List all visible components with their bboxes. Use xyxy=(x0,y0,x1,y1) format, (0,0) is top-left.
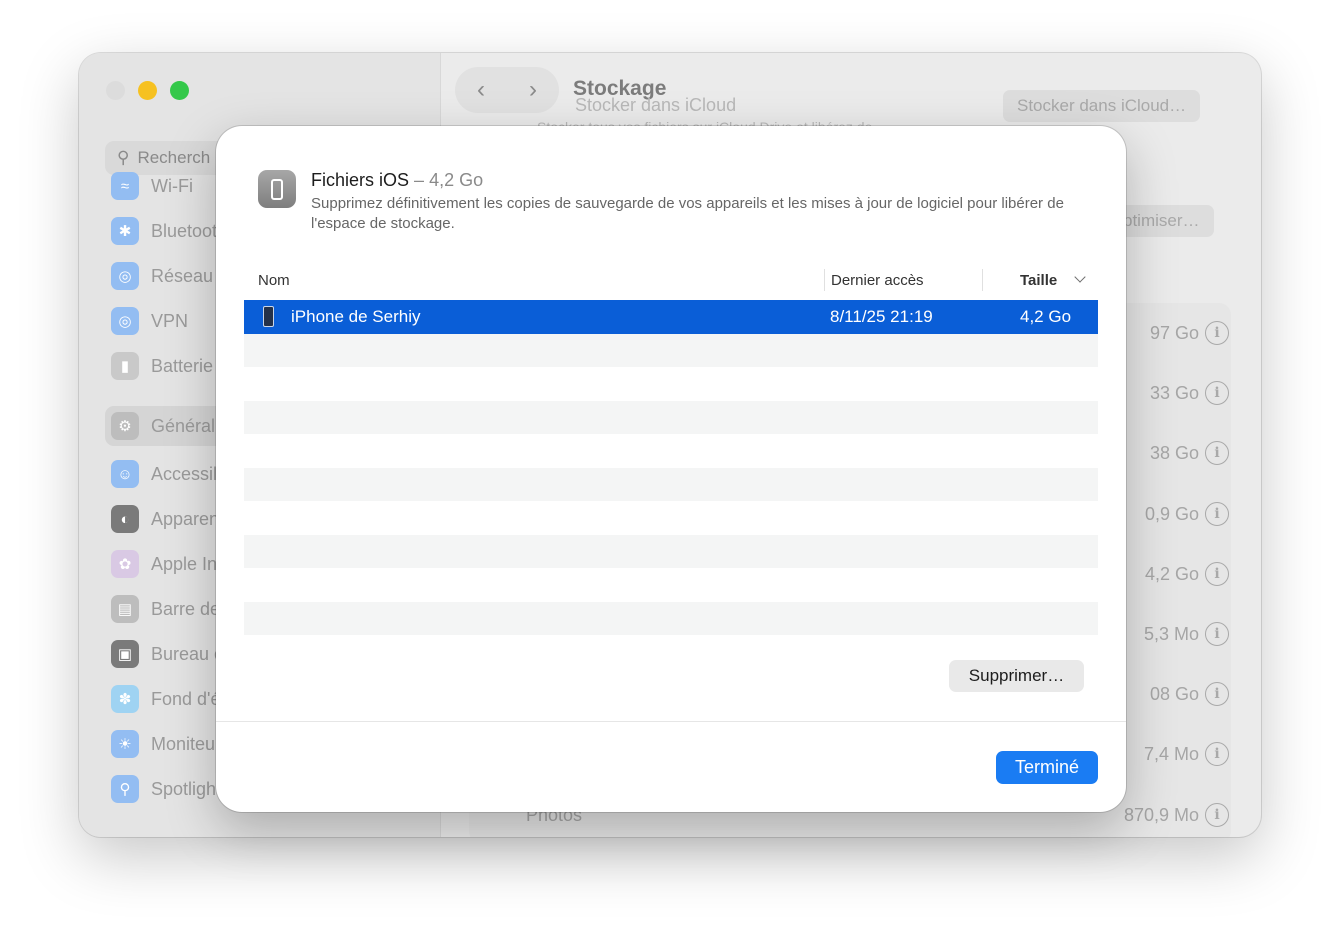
column-header-size[interactable]: Taille xyxy=(1020,272,1057,289)
info-icon[interactable]: i xyxy=(1205,321,1229,345)
sidebar-item-label: Réseau xyxy=(151,265,214,286)
ios-files-sheet: Fichiers iOS – 4,2 Go Supprimez définiti… xyxy=(216,126,1126,812)
sidebar-item-label: Apple In xyxy=(151,553,218,574)
row-last-access: 8/11/25 21:19 xyxy=(830,307,933,326)
divider xyxy=(216,721,1126,722)
row-size: 4,2 Go xyxy=(1020,307,1072,326)
sidebar-item-label: Barre de xyxy=(151,598,221,619)
search-icon: ⚲ xyxy=(117,148,130,167)
sheet-title-text: Fichiers iOS xyxy=(311,170,410,190)
screensaver-icon: ☀ xyxy=(111,730,139,758)
minimize-button[interactable] xyxy=(138,81,157,100)
wallpaper-icon: ✽ xyxy=(111,685,139,713)
sidebar-item-label: Apparen xyxy=(151,508,220,529)
empty-row xyxy=(244,434,1098,468)
sidebar-item-label: Wi-Fi xyxy=(151,175,193,196)
delete-button[interactable]: Supprimer… xyxy=(949,660,1084,692)
apple-intelligence-icon: ✿ xyxy=(111,550,139,578)
column-header-name[interactable]: Nom xyxy=(258,272,290,289)
zoom-button[interactable] xyxy=(170,81,189,100)
empty-row xyxy=(244,467,1098,501)
desktop-icon: ▣ xyxy=(111,640,139,668)
info-icon[interactable]: i xyxy=(1205,803,1229,827)
empty-row xyxy=(244,601,1098,635)
info-icon[interactable]: i xyxy=(1205,381,1229,405)
close-button[interactable] xyxy=(106,81,125,100)
empty-row xyxy=(244,568,1098,602)
globe-icon: ◎ xyxy=(111,262,139,290)
size-value: 4,2 Go xyxy=(1144,563,1199,584)
info-icon[interactable]: i xyxy=(1205,742,1229,766)
iphone-device-icon xyxy=(263,306,274,327)
row-name: iPhone de Serhiy xyxy=(291,307,421,326)
size-value: 0,9 Go xyxy=(1144,503,1199,524)
info-icon[interactable]: i xyxy=(1205,502,1229,526)
size-value: 33 Go xyxy=(1149,382,1199,403)
info-icon[interactable]: i xyxy=(1205,441,1229,465)
column-separator[interactable] xyxy=(982,269,983,291)
control-center-icon: ▤ xyxy=(111,595,139,623)
info-icon[interactable]: i xyxy=(1205,562,1229,586)
sidebar-item-label: Fond d'é xyxy=(151,688,221,709)
sheet-title-separator: – xyxy=(414,170,425,190)
bluetooth-icon: ✱ xyxy=(111,217,139,245)
sheet-title-size: 4,2 Go xyxy=(429,170,484,190)
empty-row xyxy=(244,367,1098,401)
sidebar-item-label: Batterie xyxy=(151,355,214,376)
column-header-last-access[interactable]: Dernier accès xyxy=(831,272,924,289)
empty-row xyxy=(244,333,1098,367)
info-icon[interactable]: i xyxy=(1205,622,1229,646)
done-button[interactable]: Terminé xyxy=(996,751,1098,784)
sidebar-item-label: Général xyxy=(151,415,216,436)
store-in-icloud-button[interactable]: Stocker dans iCloud… xyxy=(1003,90,1201,122)
sidebar-item-label: Accessil xyxy=(151,463,218,484)
sidebar-item-label: VPN xyxy=(151,310,189,331)
info-icon[interactable]: i xyxy=(1205,682,1229,706)
sidebar-item-label: Spotligh xyxy=(151,778,217,799)
gear-icon: ⚙ xyxy=(111,412,139,440)
accessibility-icon: ☺ xyxy=(111,460,139,488)
empty-row xyxy=(244,501,1098,535)
vpn-icon: ◎ xyxy=(111,307,139,335)
battery-icon: ▮ xyxy=(111,352,139,380)
search-placeholder: Recherch xyxy=(137,148,211,167)
appearance-icon: ◐ xyxy=(111,505,139,533)
table-header: Nom Dernier accès Taille xyxy=(244,264,1098,296)
sidebar-item-label: Bluetoot xyxy=(151,220,218,241)
size-value: 97 Go xyxy=(1149,322,1199,343)
size-value: 5,3 Mo xyxy=(1143,623,1199,644)
sidebar-item-label: Moniteu xyxy=(151,733,216,754)
size-value: 38 Go xyxy=(1149,442,1199,463)
sidebar-item-label: Bureau e xyxy=(151,643,225,664)
empty-row xyxy=(244,534,1098,568)
column-separator[interactable] xyxy=(824,269,825,291)
spotlight-icon: ⚲ xyxy=(111,775,139,803)
size-value: 870,9 Mo xyxy=(1123,804,1199,825)
wifi-icon: ≈ xyxy=(111,172,139,200)
iphone-icon xyxy=(258,170,296,208)
sheet-description: Supprimez définitivement les copies de s… xyxy=(311,195,1064,232)
empty-row xyxy=(244,400,1098,434)
size-value: 7,4 Mo xyxy=(1143,743,1199,764)
toolbar-navigation: ‹ › xyxy=(455,67,559,113)
chevron-left-icon[interactable]: ‹ xyxy=(477,76,485,104)
chevron-right-icon[interactable]: › xyxy=(529,76,537,104)
sheet-title: Fichiers iOS – 4,2 Go xyxy=(311,170,483,191)
table-row[interactable]: iPhone de Serhiy 8/11/25 21:19 4,2 Go xyxy=(244,300,1098,334)
chevron-down-icon[interactable] xyxy=(1074,271,1086,283)
size-value: 08 Go xyxy=(1149,683,1199,704)
icloud-title: Stocker dans iCloud xyxy=(575,95,737,115)
